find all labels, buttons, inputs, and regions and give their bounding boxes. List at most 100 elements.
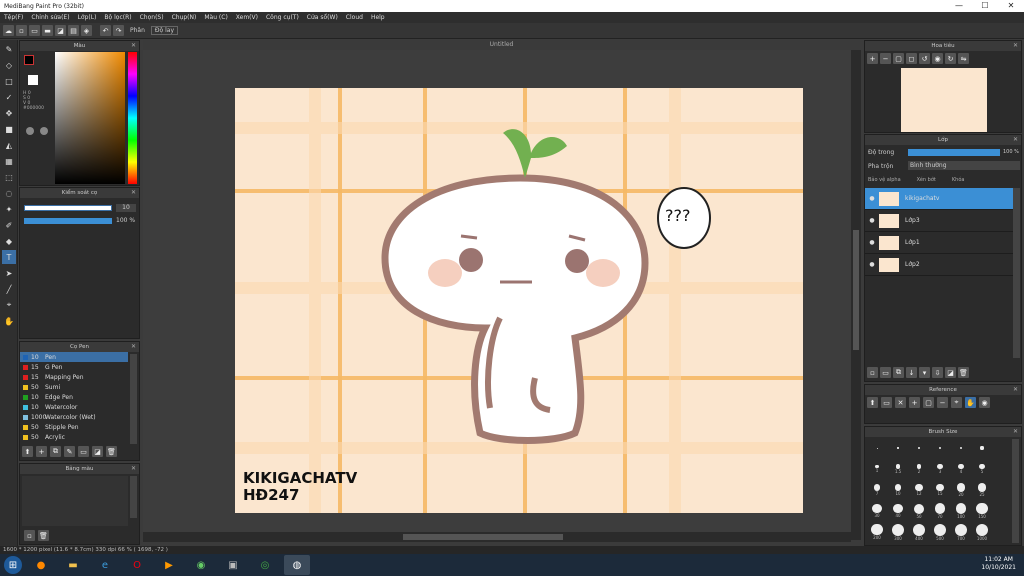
zoom-out-icon[interactable]: − (880, 53, 891, 64)
export-icon[interactable]: ▤ (68, 25, 79, 36)
pen-item[interactable]: 15 Mapping Pen (20, 372, 128, 382)
brush-size-value[interactable]: 10 (116, 204, 136, 212)
menu-item[interactable]: Màu (C) (204, 14, 227, 21)
undo-icon[interactable]: ↶ (100, 25, 111, 36)
brush-size-item[interactable]: 300 (889, 523, 907, 541)
brush-size-item[interactable]: 25 (973, 481, 991, 499)
menu-item[interactable]: Lớp(L) (78, 14, 97, 21)
cloud-icon[interactable]: ☁ (3, 25, 14, 36)
menu-item[interactable]: Help (371, 14, 385, 21)
foreground-color-swatch[interactable] (24, 55, 34, 65)
rect-tool-icon[interactable]: □ (2, 74, 16, 88)
share-icon[interactable]: ◈ (81, 25, 92, 36)
ref-fit-icon[interactable]: ▢ (923, 397, 934, 408)
pen-item[interactable]: 50 Stipple Pen (20, 422, 128, 432)
panel-close-icon[interactable]: ✕ (1013, 386, 1018, 393)
fill-rect-icon[interactable]: ■ (2, 122, 16, 136)
layer-row[interactable]: ● Lớp1 (865, 232, 1013, 254)
hue-slider[interactable] (128, 52, 137, 184)
brush-size-item[interactable] (931, 439, 949, 457)
eye-icon[interactable]: ● (865, 217, 879, 224)
open-file-icon[interactable]: ▭ (29, 25, 40, 36)
brush-tool-icon[interactable]: ✎ (2, 42, 16, 56)
move-tool-icon[interactable]: ✥ (2, 106, 16, 120)
brush-size-item[interactable]: 20 (952, 481, 970, 499)
panel-close-icon[interactable]: ✕ (131, 189, 136, 196)
brush-opacity-slider[interactable] (24, 218, 112, 224)
export-brush-icon[interactable]: ◪ (92, 446, 103, 457)
delete-layer-icon[interactable]: 🗑 (958, 367, 969, 378)
new-file-icon[interactable]: ▫ (16, 25, 27, 36)
layer-down-icon[interactable]: ↓ (906, 367, 917, 378)
minimize-button[interactable]: — (946, 0, 972, 12)
bucket-tool-icon[interactable]: ◭ (2, 138, 16, 152)
panel-close-icon[interactable]: ✕ (1013, 428, 1018, 435)
fit-icon[interactable]: ▢ (893, 53, 904, 64)
edit-brush-icon[interactable]: ✎ (64, 446, 75, 457)
close-button[interactable]: ✕ (998, 0, 1024, 12)
ref-folder-icon[interactable]: ▭ (881, 397, 892, 408)
pen-item[interactable]: 15 G Pen (20, 362, 128, 372)
brush-size-item[interactable]: 40 (889, 502, 907, 520)
background-color-swatch[interactable] (28, 75, 38, 85)
brush-size-item[interactable]: 70 (931, 502, 949, 520)
pen-item[interactable]: 1000 Watercolor (Wet) (20, 412, 128, 422)
new-folder-icon[interactable]: ▭ (880, 367, 891, 378)
brush-size-item[interactable]: 4 (952, 460, 970, 478)
brush-size-scrollbar[interactable] (1012, 439, 1019, 543)
operation-tool-icon[interactable]: ➤ (2, 266, 16, 280)
redo-icon[interactable]: ↷ (113, 25, 124, 36)
menu-item[interactable]: Xem(V) (236, 14, 258, 21)
palette-area[interactable] (22, 476, 128, 526)
maximize-button[interactable]: ☐ (972, 0, 998, 12)
ref-hand-icon[interactable]: ✋ (965, 397, 976, 408)
brush-size-item[interactable]: 7 (868, 481, 886, 499)
upload-brush-icon[interactable]: ⬆ (22, 446, 33, 457)
vibration-toggle[interactable]: Độ lay (150, 26, 179, 35)
eye-icon[interactable]: ● (865, 261, 879, 268)
layer-row[interactable]: ● Lớp2 (865, 254, 1013, 276)
media-player-icon[interactable]: ▶ (156, 555, 182, 575)
clipping-checkbox[interactable]: Xén bớt (917, 177, 936, 183)
menu-item[interactable]: Chọn(S) (140, 14, 164, 21)
rotate-left-icon[interactable]: ↺ (919, 53, 930, 64)
lasso-tool-icon[interactable]: ◌ (2, 186, 16, 200)
medibang-taskbar-icon[interactable]: ◍ (284, 555, 310, 575)
brush-size-item[interactable]: 15 (931, 481, 949, 499)
brush-size-item[interactable]: 50 (910, 502, 928, 520)
brush-size-item[interactable]: 2 (910, 460, 928, 478)
panel-close-icon[interactable]: ✕ (131, 465, 136, 472)
brush-size-item[interactable]: 1.5 (889, 460, 907, 478)
rotate-reset-icon[interactable]: ◉ (932, 53, 943, 64)
brush-size-item[interactable]: 1000 (973, 523, 991, 541)
select-pen-icon[interactable]: ✐ (2, 218, 16, 232)
brush-size-item[interactable]: 200 (868, 523, 886, 541)
chrome-icon[interactable]: ◎ (252, 555, 278, 575)
layer-row[interactable]: ● Lớp3 (865, 210, 1013, 232)
protect-alpha-checkbox[interactable]: Bảo vệ alpha (868, 177, 901, 183)
brush-size-item[interactable]: 700 (952, 523, 970, 541)
pen-item[interactable]: 50 Sumi (20, 382, 128, 392)
vertical-scrollbar[interactable] (851, 50, 861, 540)
hand-tool-icon[interactable]: ✋ (2, 314, 16, 328)
eye-icon[interactable]: ● (865, 195, 879, 202)
ref-rotate-icon[interactable]: ◉ (979, 397, 990, 408)
menu-item[interactable]: Cửa sổ(W) (307, 14, 338, 21)
copy-layer-icon[interactable]: ⧉ (893, 367, 904, 378)
menu-item[interactable]: Tệp(F) (4, 14, 23, 21)
ref-upload-icon[interactable]: ⬆ (867, 397, 878, 408)
marquee-tool-icon[interactable]: ⬚ (2, 170, 16, 184)
eraser-tool-icon[interactable]: ◇ (2, 58, 16, 72)
select-tool-icon[interactable]: ✓ (2, 90, 16, 104)
chat-icon[interactable]: ▬ (42, 25, 53, 36)
menu-item[interactable]: Chụp(N) (172, 14, 197, 21)
firefox-icon[interactable]: ● (28, 555, 54, 575)
navigator-thumbnail[interactable] (901, 68, 987, 132)
layer-row[interactable]: ● kikigachatv (865, 188, 1013, 210)
brush-size-item[interactable]: 400 (910, 523, 928, 541)
brush-size-item[interactable]: 150 (973, 502, 991, 520)
palette-scrollbar[interactable] (130, 476, 137, 518)
magic-wand-icon[interactable]: ✦ (2, 202, 16, 216)
pen-item[interactable]: 10 Watercolor (20, 402, 128, 412)
delete-color-icon[interactable]: 🗑 (38, 530, 49, 541)
